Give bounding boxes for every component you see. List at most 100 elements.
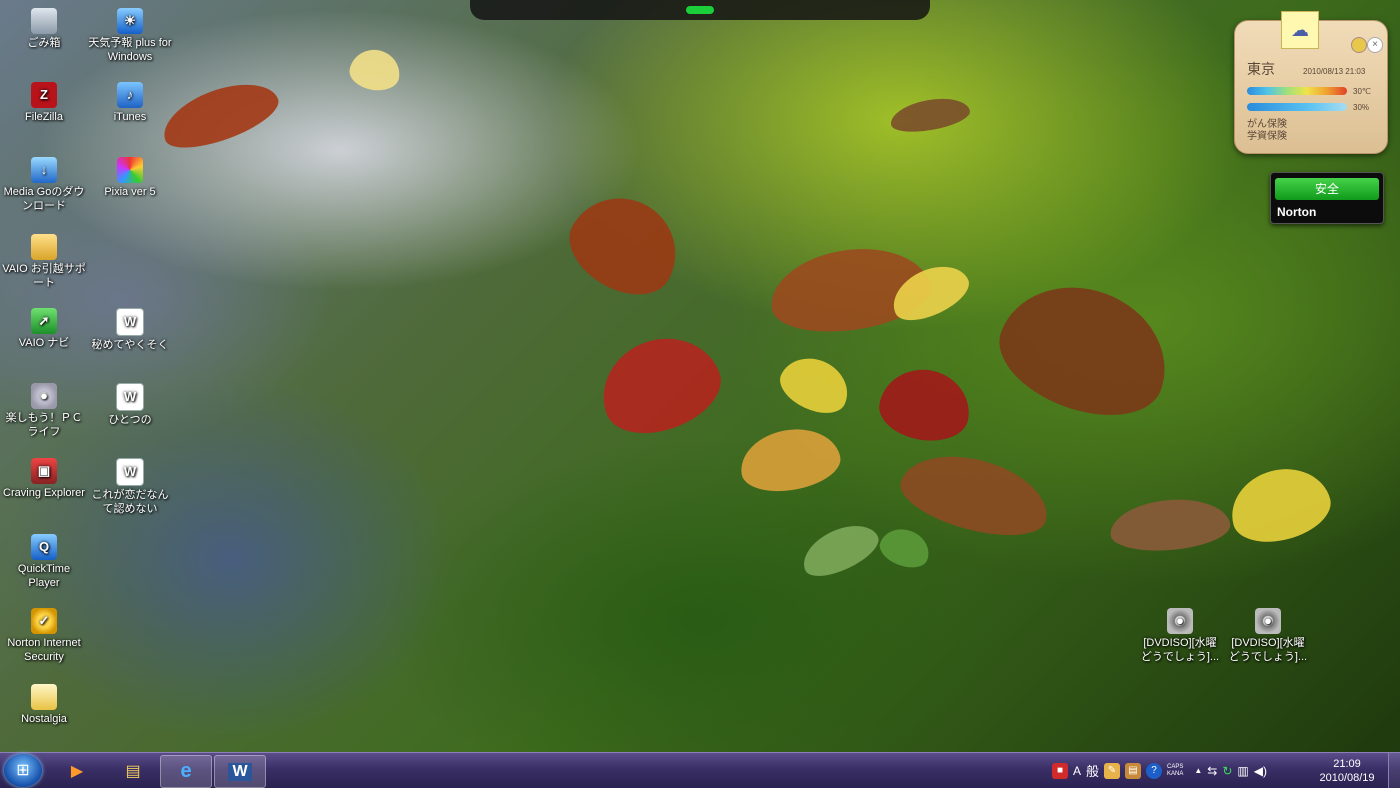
show-desktop-button[interactable]: [1388, 753, 1400, 788]
taskbar-media-player[interactable]: ▶: [52, 755, 102, 786]
disc-image-icon: ●: [1255, 608, 1281, 634]
taskbar: ⊞ ▶ ▤ e W ■ A 般 ✎ ▤ ? CAPS KANA ▲ ⇆ ↻ ▥ …: [0, 752, 1400, 788]
norton-gadget[interactable]: 安全 Norton: [1270, 172, 1384, 224]
taskbar-internet-explorer[interactable]: e: [160, 755, 212, 788]
desktop-icon-label: Nostalgia: [21, 713, 67, 725]
desktop-icon-label: Pixia ver 5: [104, 186, 156, 198]
wallpaper-leaf: [875, 522, 935, 574]
desktop-icon-label: 楽しもう！ＰＣライフ: [5, 412, 83, 438]
humidity-value: 30%: [1353, 103, 1370, 112]
desktop-icon-label: Norton Internet Security: [7, 637, 81, 663]
desktop-icon-dvdiso-1[interactable]: ● [DVDISO][水曜どうでしょう]...: [1138, 608, 1222, 664]
caps-label: CAPS: [1167, 763, 1184, 770]
desktop-icon-nostalgia[interactable]: Nostalgia: [2, 684, 86, 726]
taskbar-word[interactable]: W: [214, 755, 266, 788]
wallpaper-leaf: [554, 178, 696, 312]
desktop-icon-itunes[interactable]: ♪ iTunes: [88, 82, 172, 124]
temperature-bar: [1247, 87, 1347, 95]
word-document-icon: W: [116, 383, 144, 411]
desktop-icon-label: 天気予報 plus for Windows: [88, 37, 172, 63]
media-player-icon: ▶: [70, 762, 84, 780]
temperature-value: 30℃: [1353, 87, 1371, 96]
desktop-icon-vaio-navi[interactable]: ➚ VAIO ナビ: [2, 308, 86, 350]
desktop-icon-label: [DVDISO][水曜どうでしょう]...: [1140, 637, 1220, 663]
desktop-icon-filezilla[interactable]: Z FileZilla: [2, 82, 86, 124]
desktop-icon-label: VAIO お引越サポート: [2, 263, 86, 289]
norton-status-button[interactable]: 安全: [1275, 178, 1379, 200]
weather-ad-line: 学資保険: [1247, 131, 1287, 142]
wallpaper-leaf: [735, 421, 845, 499]
gadget-options-icon[interactable]: [1351, 37, 1367, 53]
vaio-transfer-icon: [31, 234, 57, 260]
desktop-icon-weather-app[interactable]: ☀ 天気予報 plus for Windows: [88, 8, 172, 64]
desktop-icon-pc-life[interactable]: ● 楽しもう！ＰＣライフ: [2, 383, 86, 439]
ime-tools-icon[interactable]: ✎: [1104, 762, 1121, 779]
desktop-icon-recycle-bin[interactable]: ごみ箱: [2, 8, 86, 50]
disc-image-icon: ●: [1167, 608, 1193, 634]
caps-kana-indicator: CAPS KANA: [1167, 764, 1183, 778]
desktop-icon-craving-explorer[interactable]: ▣ Craving Explorer: [2, 458, 86, 500]
word-document-icon: W: [116, 458, 144, 486]
pixia-icon: [117, 157, 143, 183]
weather-gadget[interactable]: ☁ × 東京 2010/08/13 21:03 30℃ 30% がん保険 学資保…: [1234, 11, 1388, 154]
norton-icon: ✓: [31, 608, 57, 634]
desktop-icon-label: FileZilla: [25, 111, 63, 123]
wallpaper-leaf: [1222, 458, 1338, 552]
top-gadget-indicator: [686, 6, 714, 14]
itunes-icon: ♪: [117, 82, 143, 108]
taskbar-clock[interactable]: 21:09 2010/08/19: [1312, 757, 1382, 785]
filezilla-icon: Z: [31, 82, 57, 108]
tray-app-icon[interactable]: ■: [1052, 762, 1068, 779]
wallpaper-leaf: [346, 45, 404, 95]
folder-icon: ▤: [125, 762, 141, 780]
cloud-icon: ☁: [1281, 11, 1319, 49]
ime-label[interactable]: 般: [1086, 761, 1099, 780]
nostalgia-icon: [31, 684, 57, 710]
weather-app-icon: ☀: [117, 8, 143, 34]
desktop-icon-norton[interactable]: ✓ Norton Internet Security: [2, 608, 86, 664]
desktop-icon-doc-hitotsu[interactable]: W ひとつの: [88, 383, 172, 427]
desktop-icon-media-go[interactable]: ↓ Media Goのダウンロード: [2, 157, 86, 213]
show-hidden-icons-button[interactable]: ▲: [1194, 766, 1202, 775]
ime-mode-icon[interactable]: A: [1073, 764, 1081, 778]
clock-time: 21:09: [1333, 758, 1361, 770]
ime-dictionary-icon[interactable]: ▤: [1125, 762, 1142, 779]
desktop-icon-label: [DVDISO][水曜どうでしょう]...: [1228, 637, 1308, 663]
weather-ad[interactable]: がん保険 学資保険: [1247, 119, 1287, 143]
desktop-icon-dvdiso-2[interactable]: ● [DVDISO][水曜どうでしょう]...: [1226, 608, 1310, 664]
top-gadget-bar: [470, 0, 930, 20]
desktop-icon-label: Media Goのダウンロード: [3, 186, 85, 212]
norton-brand: Norton: [1277, 205, 1317, 219]
desktop-icon-doc-himete[interactable]: W 秘めてやくそく: [88, 308, 172, 352]
desktop-icon-label: ごみ箱: [27, 37, 61, 49]
start-button[interactable]: ⊞: [4, 754, 42, 787]
pc-life-icon: ●: [31, 383, 57, 409]
norton-tray-icon[interactable]: ↻: [1222, 764, 1232, 778]
desktop-icon-label: これが恋だなんて認めない: [91, 489, 169, 515]
wallpaper-leaf: [984, 264, 1186, 436]
humidity-bar: [1247, 103, 1347, 111]
sync-icon[interactable]: ⇆: [1207, 764, 1217, 778]
desktop-icon-label: 秘めてやくそく: [91, 339, 169, 351]
desktop-icon-vaio-transfer[interactable]: VAIO お引越サポート: [2, 234, 86, 290]
close-icon[interactable]: ×: [1367, 37, 1383, 53]
volume-icon[interactable]: ◀): [1254, 764, 1267, 778]
weather-city: 東京: [1247, 62, 1275, 78]
wallpaper-leaf: [155, 70, 285, 160]
desktop-icon-label: Craving Explorer: [3, 487, 85, 499]
wallpaper-leaf: [1108, 494, 1232, 556]
wallpaper-leaf: [588, 322, 732, 448]
weather-date: 2010/08/13 21:03: [1303, 67, 1366, 76]
desktop-icon-quicktime[interactable]: Q QuickTime Player: [2, 534, 86, 590]
word-icon: W: [228, 762, 252, 781]
desktop-icon-pixia[interactable]: Pixia ver 5: [88, 157, 172, 199]
vaio-navi-icon: ➚: [31, 308, 57, 334]
clock-date: 2010/08/19: [1319, 772, 1375, 784]
network-icon[interactable]: ▥: [1237, 764, 1248, 778]
help-icon[interactable]: ?: [1146, 762, 1163, 779]
craving-explorer-icon: ▣: [31, 458, 57, 484]
desktop-icon-doc-koi[interactable]: W これが恋だなんて認めない: [88, 458, 172, 516]
taskbar-file-explorer[interactable]: ▤: [108, 755, 158, 786]
internet-explorer-icon: e: [180, 760, 192, 782]
desktop-icon-label: iTunes: [113, 111, 147, 123]
